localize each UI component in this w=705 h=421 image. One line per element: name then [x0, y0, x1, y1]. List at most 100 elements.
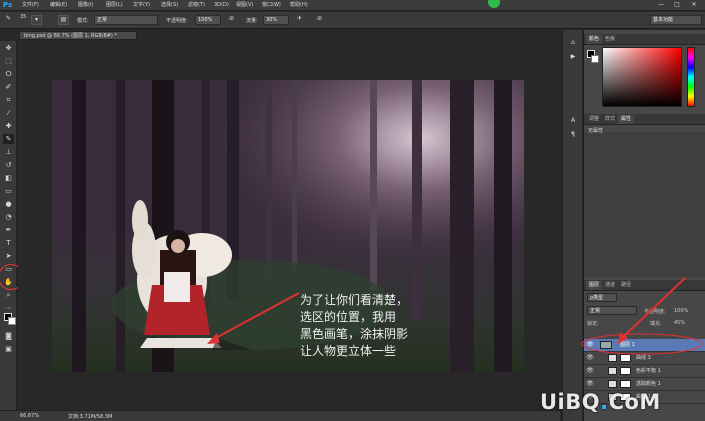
photoshop-logo: Ps	[3, 1, 13, 9]
pressure-opacity-icon[interactable]: ⊘	[226, 15, 237, 25]
airbrush-icon[interactable]: ✈	[294, 15, 305, 25]
status-dot	[488, 0, 500, 8]
layer-row-3[interactable]: 👁 色彩平衡 1	[584, 365, 705, 378]
menu-type[interactable]: 文字(Y)	[133, 1, 150, 10]
lasso-icon[interactable]: ⵔ	[3, 69, 14, 79]
flow-label: 流量:	[246, 18, 258, 24]
screen-mode-icon[interactable]: ▣	[3, 344, 14, 354]
mode-value: 正常	[97, 17, 108, 23]
zoom-level[interactable]: 66.67%	[20, 413, 39, 419]
character-panel-icon[interactable]: A	[567, 116, 579, 126]
move-icon[interactable]: ✥	[3, 43, 14, 53]
opacity-input[interactable]: 100%	[195, 15, 221, 25]
workspace-value: 基本功能	[653, 17, 674, 23]
type-icon[interactable]: T	[3, 238, 14, 248]
tab-color[interactable]: 颜色	[586, 35, 603, 44]
restore-button[interactable]: □	[671, 1, 683, 9]
tab-adjustments[interactable]: 调整	[586, 115, 602, 124]
layer-name: 色彩平衡 1	[636, 368, 661, 374]
layer-mask-thumbnail	[620, 367, 631, 375]
brush-size[interactable]: 35	[20, 14, 26, 20]
hue-slider[interactable]	[687, 47, 695, 107]
no-properties-text: 无属性	[588, 128, 604, 134]
watermark-logo: UiBQ.CoM	[540, 390, 661, 414]
mode-select[interactable]: 正常	[94, 15, 158, 25]
clone-stamp-icon[interactable]: ⊥	[3, 147, 14, 157]
zoom-icon[interactable]: ⌕	[3, 290, 14, 300]
menu-edit[interactable]: 编辑(E)	[50, 1, 67, 10]
path-select-icon[interactable]: ➤	[3, 251, 14, 261]
healing-icon[interactable]: ✚	[3, 121, 14, 131]
status-bar: 66.67% 文档:3.71M/58.3M	[0, 410, 560, 421]
pressure-size-icon[interactable]: ⊘	[314, 15, 325, 25]
paragraph-panel-icon[interactable]: ¶	[567, 130, 579, 140]
eraser-icon[interactable]: ◧	[3, 173, 14, 183]
menu-file[interactable]: 文件(F)	[22, 1, 39, 10]
color-panel-tabs: 颜色 色板	[584, 34, 705, 45]
tab-properties[interactable]: 属性	[618, 115, 635, 124]
right-panels: 颜色 色板 调整 样式 属性 无属性 图层 通道 路径 ρ类型 正常 不透明度:…	[583, 30, 705, 421]
menu-bar: Ps 文件(F) 编辑(E) 图像(I) 图层(L) 文字(Y) 选择(S) 滤…	[0, 0, 705, 11]
quick-select-icon[interactable]: ✐	[3, 82, 14, 92]
menu-image[interactable]: 图像(I)	[78, 1, 93, 10]
layer-annotation-arrow	[581, 277, 703, 355]
brush-tool-icon[interactable]: ✎	[3, 15, 14, 25]
annotation-line-4: 让人物更立体一些	[300, 344, 397, 358]
menu-view[interactable]: 视图(V)	[236, 1, 253, 10]
menu-3d[interactable]: 3D(D)	[214, 1, 229, 10]
background-color-swatch[interactable]	[8, 317, 16, 325]
mode-label: 模式:	[77, 18, 89, 24]
panel-background-swatch[interactable]	[591, 55, 599, 63]
marquee-icon[interactable]: ⬚	[3, 56, 14, 66]
color-field[interactable]	[602, 47, 682, 107]
document-tab[interactable]: bing.psd @ 66.7% (图层 1, RGB/8#) *	[19, 31, 137, 40]
tab-swatches[interactable]: 色板	[602, 35, 618, 44]
blur-icon[interactable]: ●	[3, 199, 14, 209]
brush-picker-icon[interactable]: ▾	[31, 15, 42, 25]
visibility-eye-icon[interactable]: 👁	[586, 378, 594, 390]
layer-name: 选取颜色 1	[636, 381, 661, 387]
minimize-button[interactable]: —	[655, 1, 667, 9]
menu-window[interactable]: 窗口(W)	[262, 1, 281, 10]
dodge-icon[interactable]: ◔	[3, 212, 14, 222]
annotation-line-2: 选区的位置，我用	[300, 310, 397, 324]
collapsed-panels: ⌂ ▶ A ¶	[562, 30, 582, 421]
annotation-line-1: 为了让你们看清楚，	[300, 293, 409, 307]
history-brush-icon[interactable]: ↺	[3, 160, 14, 170]
options-bar: ✎ 35 ▾ ▤ 模式: 正常 不透明度: 100% ⊘ 流量: 30% ✈ ⊘…	[0, 12, 705, 29]
tools-panel: ✥ ⬚ ⵔ ✐ ⌗ ⁄ ✚ ✎ ⊥ ↺ ◧ ▭ ● ◔ ✒ T ➤ ▭ ✋ ⌕ …	[0, 41, 17, 411]
quick-mask-icon[interactable]: ◙	[3, 331, 14, 341]
brush-panel-icon[interactable]: ▤	[58, 15, 69, 25]
watermark-part2: CoM	[608, 390, 661, 414]
crop-icon[interactable]: ⌗	[3, 95, 14, 105]
menu-select[interactable]: 选择(S)	[161, 1, 178, 10]
adjustment-icon	[608, 367, 617, 375]
document-size[interactable]: 文档:3.71M/58.3M	[68, 413, 112, 420]
close-button[interactable]: ✕	[688, 1, 700, 9]
history-panel-icon[interactable]: ⌂	[567, 38, 579, 48]
opacity-value: 100%	[198, 17, 213, 23]
gradient-icon[interactable]: ▭	[3, 186, 14, 196]
actions-panel-icon[interactable]: ▶	[567, 52, 579, 62]
flow-input[interactable]: 30%	[263, 15, 289, 25]
properties-panel-tabs: 调整 样式 属性	[584, 114, 705, 125]
menu-help[interactable]: 帮助(H)	[290, 1, 308, 10]
watermark-dot: .	[600, 390, 609, 414]
watermark-part1: UiBQ	[540, 390, 601, 414]
more-tools-icon[interactable]: ⋯	[3, 303, 14, 313]
brush-icon[interactable]: ✎	[3, 134, 14, 144]
visibility-eye-icon[interactable]: 👁	[586, 365, 594, 377]
workspace-select[interactable]: 基本功能	[650, 15, 702, 25]
properties-body	[584, 132, 705, 277]
menu-filter[interactable]: 滤镜(T)	[188, 1, 205, 10]
eyedropper-icon[interactable]: ⁄	[3, 108, 14, 118]
menu-layer[interactable]: 图层(L)	[106, 1, 123, 10]
layer-mask-thumbnail	[620, 380, 631, 388]
tab-styles[interactable]: 样式	[602, 115, 618, 124]
opacity-label: 不透明度:	[166, 18, 188, 24]
adjustment-icon	[608, 380, 617, 388]
annotation-text: 为了让你们看清楚， 选区的位置，我用 黑色画笔，涂抹阴影 让人物更立体一些	[300, 292, 480, 360]
annotation-line-3: 黑色画笔，涂抹阴影	[300, 327, 409, 341]
pen-icon[interactable]: ✒	[3, 225, 14, 235]
flow-value: 30%	[266, 17, 278, 23]
